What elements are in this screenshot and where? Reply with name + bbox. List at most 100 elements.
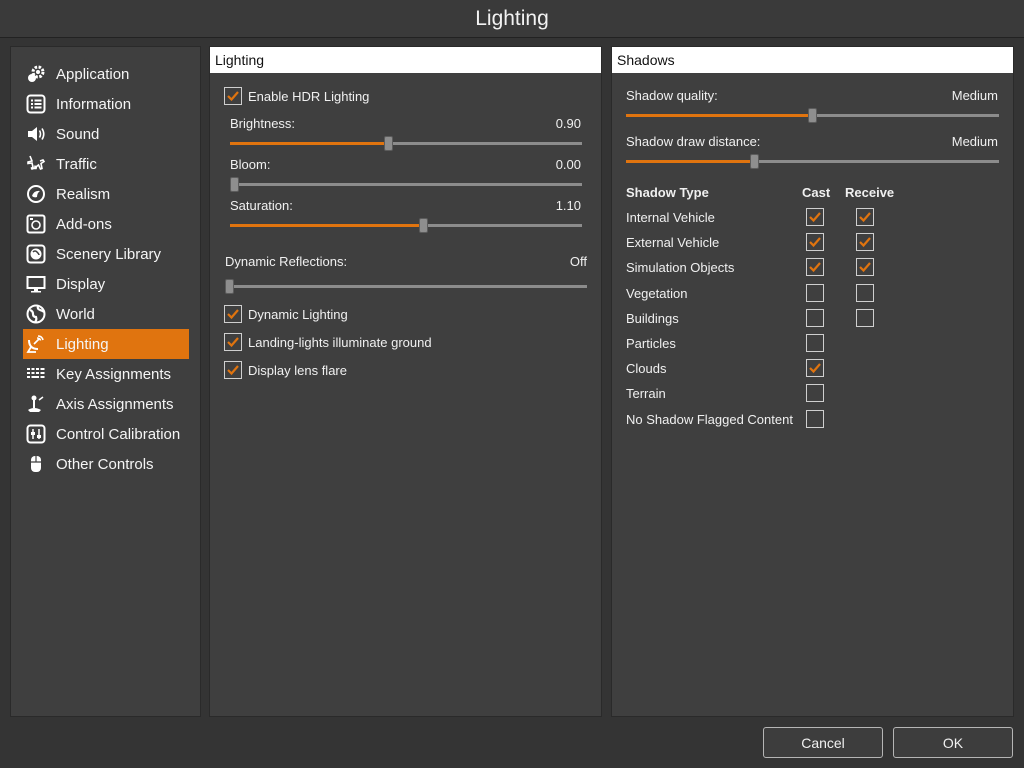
globe-square-icon bbox=[26, 244, 46, 264]
sidebar-item-realism[interactable]: Realism bbox=[23, 179, 189, 209]
sidebar-item-axis-assignments[interactable]: Axis Assignments bbox=[23, 389, 189, 419]
saturation-slider[interactable] bbox=[230, 218, 582, 234]
sidebar-item-key-assignments[interactable]: Key Assignments bbox=[23, 359, 189, 389]
receive-checkbox[interactable] bbox=[856, 258, 874, 276]
shadow-row-label: No Shadow Flagged Content bbox=[626, 412, 793, 427]
brightness-slider[interactable] bbox=[230, 136, 582, 152]
slider-thumb[interactable] bbox=[808, 108, 817, 123]
checkmark-icon bbox=[809, 212, 821, 223]
enable-hdr-checkbox[interactable] bbox=[224, 87, 242, 105]
lens-flare-checkbox[interactable] bbox=[224, 361, 242, 379]
shadow-quality-label: Shadow quality: bbox=[626, 88, 718, 103]
ok-button[interactable]: OK bbox=[893, 727, 1013, 758]
receive-checkbox[interactable] bbox=[856, 309, 874, 327]
sidebar-item-label: Traffic bbox=[56, 155, 97, 173]
shadow-distance-value: Medium bbox=[951, 134, 998, 149]
shadow-distance-slider[interactable] bbox=[626, 154, 999, 170]
shadow-quality-slider[interactable] bbox=[626, 108, 999, 124]
list-icon bbox=[26, 94, 46, 114]
landing-lights-checkbox[interactable] bbox=[224, 333, 242, 351]
checkmark-icon bbox=[809, 237, 821, 248]
sidebar-item-label: Information bbox=[56, 95, 132, 113]
saturation-value: 1.10 bbox=[555, 198, 581, 213]
joystick-icon bbox=[26, 394, 46, 414]
checkmark-icon bbox=[859, 262, 871, 273]
cast-checkbox[interactable] bbox=[806, 334, 824, 352]
shadow-type-header: Shadow Type bbox=[626, 185, 709, 200]
brightness-label: Brightness: bbox=[230, 116, 296, 131]
shadow-quality-value: Medium bbox=[951, 88, 998, 103]
receive-header: Receive bbox=[845, 185, 895, 200]
slider-thumb[interactable] bbox=[225, 279, 234, 294]
sidebar-item-control-calibration[interactable]: Control Calibration bbox=[23, 419, 189, 449]
bloom-slider[interactable] bbox=[230, 177, 582, 193]
sidebar-item-label: Application bbox=[56, 65, 130, 83]
checkmark-icon bbox=[227, 309, 239, 320]
sidebar-item-other-controls[interactable]: Other Controls bbox=[23, 449, 189, 479]
checkmark-icon bbox=[859, 237, 871, 248]
receive-checkbox[interactable] bbox=[856, 208, 874, 226]
dynamic-lighting-label: Dynamic Lighting bbox=[248, 307, 348, 322]
monitor-icon bbox=[26, 274, 46, 294]
sidebar-item-label: Add-ons bbox=[56, 215, 112, 233]
sidebar-item-label: Sound bbox=[56, 125, 100, 143]
checkmark-icon bbox=[809, 363, 821, 374]
slider-thumb[interactable] bbox=[419, 218, 428, 233]
dynamic-reflections-value: Off bbox=[569, 254, 587, 269]
receive-checkbox[interactable] bbox=[856, 233, 874, 251]
sidebar-item-label: Control Calibration bbox=[56, 425, 181, 443]
brightness-value: 0.90 bbox=[555, 116, 581, 131]
lens-flare-label: Display lens flare bbox=[248, 363, 347, 378]
sidebar-item-label: Lighting bbox=[56, 335, 109, 353]
sidebar-item-scenery-library[interactable]: Scenery Library bbox=[23, 239, 189, 269]
shadow-row-label: Internal Vehicle bbox=[626, 210, 715, 225]
sidebar-item-display[interactable]: Display bbox=[23, 269, 189, 299]
airplanes-icon bbox=[26, 154, 46, 174]
checkmark-icon bbox=[809, 262, 821, 273]
sidebar-item-addons[interactable]: Add-ons bbox=[23, 209, 189, 239]
cast-checkbox[interactable] bbox=[806, 284, 824, 302]
shadow-row-label: Terrain bbox=[626, 386, 666, 401]
landing-lights-label: Landing-lights illuminate ground bbox=[248, 335, 432, 350]
sidebar-item-label: Realism bbox=[56, 185, 111, 203]
sidebar-item-lighting[interactable]: Lighting bbox=[23, 329, 189, 359]
lighting-panel-header: Lighting bbox=[210, 47, 601, 73]
shadow-row-label: Particles bbox=[626, 336, 676, 351]
window-title: Lighting bbox=[475, 6, 549, 30]
shadow-row-label: Vegetation bbox=[626, 286, 688, 301]
dynamic-reflections-label: Dynamic Reflections: bbox=[225, 254, 348, 269]
cast-header: Cast bbox=[802, 185, 831, 200]
cast-checkbox[interactable] bbox=[806, 233, 824, 251]
slider-thumb[interactable] bbox=[384, 136, 393, 151]
sidebar-item-sound[interactable]: Sound bbox=[23, 119, 189, 149]
receive-checkbox[interactable] bbox=[856, 284, 874, 302]
dish-icon bbox=[26, 334, 46, 354]
cancel-button[interactable]: Cancel bbox=[763, 727, 883, 758]
cast-checkbox[interactable] bbox=[806, 258, 824, 276]
sidebar-item-label: Other Controls bbox=[56, 455, 154, 473]
cast-checkbox[interactable] bbox=[806, 208, 824, 226]
saturation-label: Saturation: bbox=[230, 198, 293, 213]
dynamic-lighting-checkbox[interactable] bbox=[224, 305, 242, 323]
cast-checkbox[interactable] bbox=[806, 384, 824, 402]
bloom-label: Bloom: bbox=[230, 157, 271, 172]
shadow-row-label: Simulation Objects bbox=[626, 260, 735, 275]
sidebar-item-label: World bbox=[56, 305, 95, 323]
checkmark-icon bbox=[227, 365, 239, 376]
realism-icon bbox=[26, 184, 46, 204]
sidebar-item-world[interactable]: World bbox=[23, 299, 189, 329]
slider-fill bbox=[230, 224, 419, 227]
cast-checkbox[interactable] bbox=[806, 359, 824, 377]
sidebar-item-traffic[interactable]: Traffic bbox=[23, 149, 189, 179]
cast-checkbox[interactable] bbox=[806, 309, 824, 327]
sidebar-item-information[interactable]: Information bbox=[23, 89, 189, 119]
shadows-panel: Shadows Shadow quality: Medium Shadow dr… bbox=[611, 46, 1014, 717]
slider-thumb[interactable] bbox=[750, 154, 759, 169]
sidebar-item-label: Scenery Library bbox=[56, 245, 162, 263]
slider-thumb[interactable] bbox=[230, 177, 239, 192]
calibration-icon bbox=[26, 424, 46, 444]
shadow-row-label: External Vehicle bbox=[626, 235, 720, 250]
dynamic-reflections-slider[interactable] bbox=[225, 279, 587, 295]
cast-checkbox[interactable] bbox=[806, 410, 824, 428]
sidebar-item-application[interactable]: Application bbox=[23, 59, 189, 89]
